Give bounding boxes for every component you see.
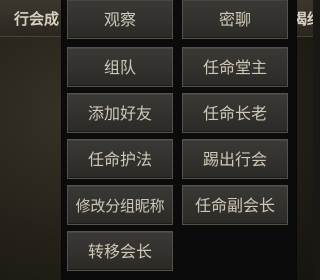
kick-from-guild-button[interactable]: 踢出行会 — [182, 139, 288, 179]
add-friend-button[interactable]: 添加好友 — [67, 93, 173, 133]
private-chat-button[interactable]: 密聊 — [182, 0, 288, 39]
appoint-vice-president-button[interactable]: 任命副会长 — [182, 185, 288, 225]
background-tab-guild-members[interactable]: 行会成 — [14, 8, 62, 29]
appoint-elder-button[interactable]: 任命长老 — [182, 93, 288, 133]
observe-button[interactable]: 观察 — [67, 0, 173, 39]
appoint-hall-master-button[interactable]: 任命堂主 — [182, 47, 288, 87]
edit-group-nickname-button[interactable]: 修改分组昵称 — [67, 185, 173, 225]
transfer-president-button[interactable]: 转移会长 — [67, 231, 173, 271]
appoint-guardian-button[interactable]: 任命护法 — [67, 139, 173, 179]
form-team-button[interactable]: 组队 — [67, 47, 173, 87]
